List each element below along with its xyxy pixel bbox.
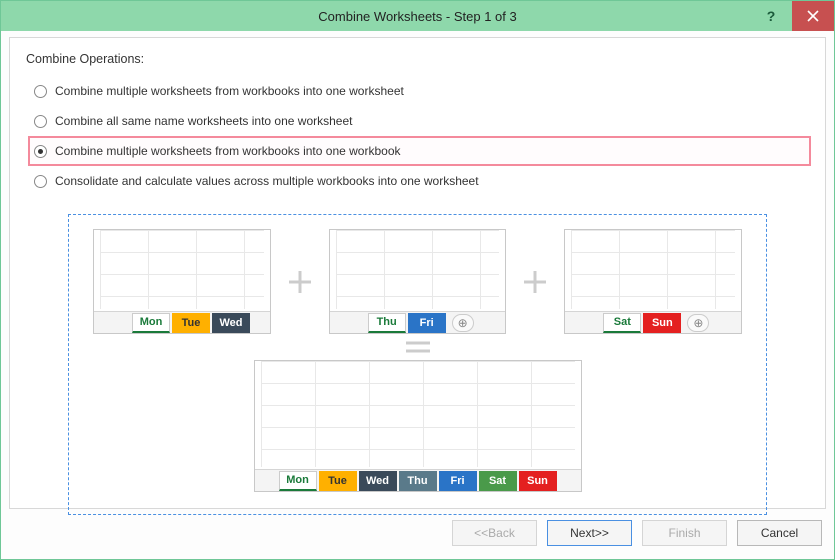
workbook-1-tabs: MonTueWed: [94, 311, 270, 333]
radio-label: Combine multiple worksheets from workboo…: [55, 84, 404, 98]
sheet-tab: Sat: [479, 471, 517, 491]
add-sheet-icon: ⊕: [452, 314, 474, 332]
equals-icon: [403, 338, 433, 356]
sheet-tab: Tue: [172, 313, 210, 333]
close-icon: [807, 10, 819, 22]
sheet-tab: Thu: [399, 471, 437, 491]
radio-option-2[interactable]: Combine multiple worksheets from workboo…: [28, 136, 811, 166]
radio-label: Combine multiple worksheets from workboo…: [55, 144, 401, 158]
radio-option-1[interactable]: Combine all same name worksheets into on…: [28, 106, 811, 136]
sheet-tab: Sun: [643, 313, 681, 333]
workbook-result: MonTueWedThuFriSatSun: [254, 360, 582, 492]
preview-row-result: MonTueWedThuFriSatSun: [93, 360, 742, 492]
grid-icon: [336, 230, 500, 309]
sheet-tab: Fri: [439, 471, 477, 491]
sheet-tab: Mon: [132, 313, 170, 333]
section-title: Combine Operations:: [26, 52, 811, 66]
radio-label: Consolidate and calculate values across …: [55, 174, 479, 188]
dialog-window: Combine Worksheets - Step 1 of 3 ? Combi…: [0, 0, 835, 560]
radio-icon: [34, 115, 47, 128]
workbook-2: ThuFri ⊕: [329, 229, 507, 334]
sheet-tab: Mon: [279, 471, 317, 491]
grid-icon: [261, 361, 575, 467]
finish-button[interactable]: Finish: [642, 520, 727, 546]
cancel-button[interactable]: Cancel: [737, 520, 822, 546]
sheet-tab: Sat: [603, 313, 641, 333]
equals-row: [93, 338, 742, 356]
radio-option-3[interactable]: Consolidate and calculate values across …: [28, 166, 811, 196]
options-group: Combine multiple worksheets from workboo…: [28, 76, 811, 196]
sheet-tab: Wed: [212, 313, 250, 333]
sheet-tab: Sun: [519, 471, 557, 491]
workbook-3: SatSun ⊕: [564, 229, 742, 334]
sheet-tab: Wed: [359, 471, 397, 491]
workbook-result-tabs: MonTueWedThuFriSatSun: [255, 469, 581, 491]
radio-label: Combine all same name worksheets into on…: [55, 114, 352, 128]
radio-icon: [34, 85, 47, 98]
titlebar: Combine Worksheets - Step 1 of 3 ?: [1, 1, 834, 31]
preview-row-inputs: MonTueWed ThuFri ⊕ SatSun ⊕: [93, 229, 742, 334]
next-button[interactable]: Next>>: [547, 520, 632, 546]
radio-icon: [34, 145, 47, 158]
content-panel: Combine Operations: Combine multiple wor…: [9, 37, 826, 509]
radio-icon: [34, 175, 47, 188]
radio-option-0[interactable]: Combine multiple worksheets from workboo…: [28, 76, 811, 106]
sheet-tab: Tue: [319, 471, 357, 491]
back-button[interactable]: <<Back: [452, 520, 537, 546]
close-button[interactable]: [792, 1, 834, 31]
plus-icon: [522, 269, 548, 295]
sheet-tab: Thu: [368, 313, 406, 333]
window-buttons: ?: [750, 1, 834, 31]
sheet-tab: Fri: [408, 313, 446, 333]
grid-icon: [100, 230, 264, 309]
help-button[interactable]: ?: [750, 1, 792, 31]
add-sheet-icon: ⊕: [687, 314, 709, 332]
workbook-2-tabs: ThuFri ⊕: [330, 311, 506, 333]
workbook-1: MonTueWed: [93, 229, 271, 334]
footer: <<Back Next>> Finish Cancel: [9, 515, 826, 551]
plus-icon: [287, 269, 313, 295]
preview-area: MonTueWed ThuFri⊕ SatSun⊕: [68, 214, 767, 515]
window-title: Combine Worksheets - Step 1 of 3: [318, 9, 516, 24]
workbook-3-tabs: SatSun ⊕: [565, 311, 741, 333]
grid-icon: [571, 230, 735, 309]
